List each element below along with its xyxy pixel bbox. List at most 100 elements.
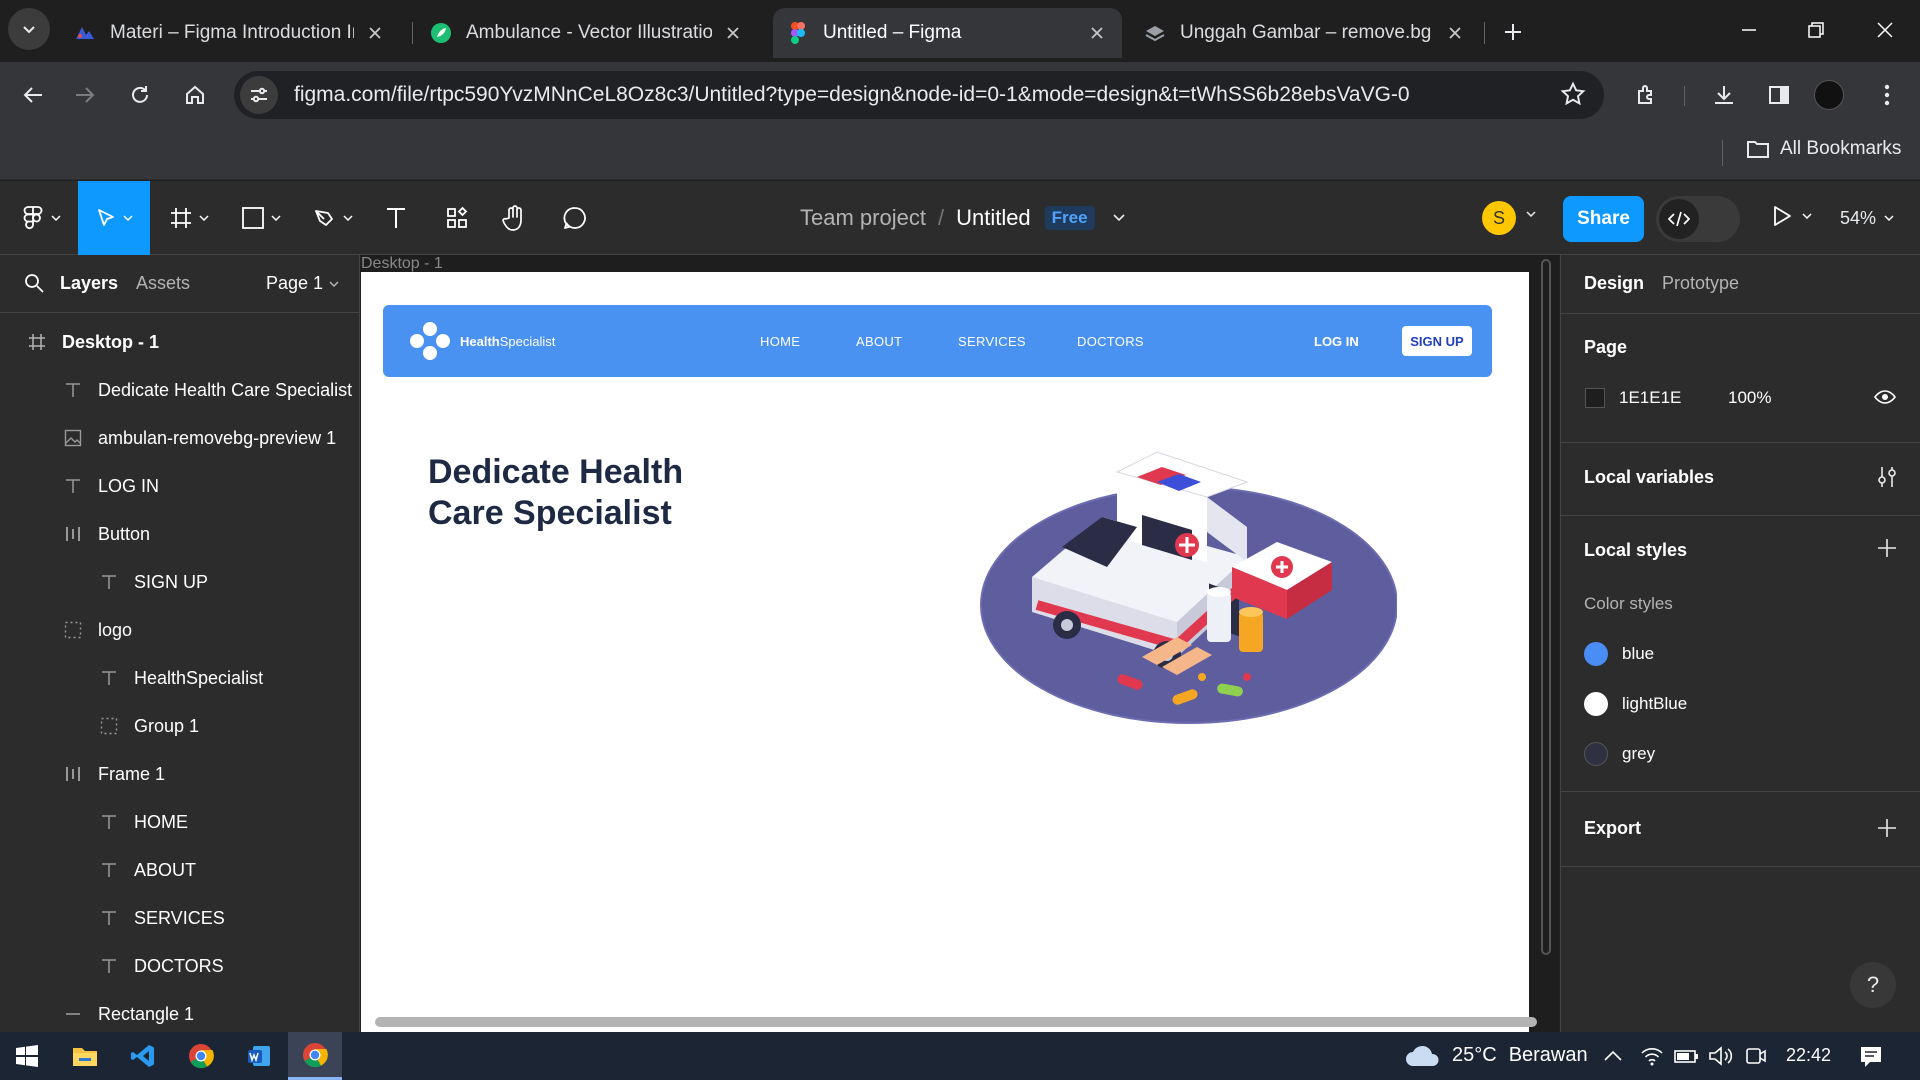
- chevron-down-icon[interactable]: [1113, 214, 1125, 222]
- notification-icon[interactable]: [1858, 1044, 1884, 1070]
- eye-icon[interactable]: [1874, 389, 1896, 405]
- reload-button[interactable]: [119, 74, 161, 116]
- horizontal-scrollbar[interactable]: [375, 1017, 1537, 1027]
- vertical-scrollbar[interactable]: [1541, 259, 1551, 955]
- tab-search-button[interactable]: [8, 8, 50, 50]
- file-name[interactable]: Untitled: [956, 205, 1031, 231]
- share-button[interactable]: Share: [1563, 196, 1644, 242]
- site-nav-about[interactable]: ABOUT: [856, 334, 902, 349]
- tab-design[interactable]: Design: [1584, 273, 1644, 294]
- page-color-hex[interactable]: 1E1E1E: [1619, 388, 1681, 408]
- layer-row[interactable]: Rectangle 1: [0, 990, 360, 1038]
- address-bar[interactable]: figma.com/file/rtpc590YvzMNnCeL8Oz8c3/Un…: [234, 71, 1604, 119]
- color-style-lightblue[interactable]: lightBlue: [1584, 692, 1687, 716]
- bookmark-star-icon[interactable]: [1560, 81, 1586, 107]
- color-style-grey[interactable]: grey: [1584, 742, 1655, 766]
- layer-row[interactable]: Button: [0, 510, 360, 558]
- site-signup-button[interactable]: SIGN UP: [1402, 326, 1472, 356]
- close-window-button[interactable]: [1862, 10, 1908, 50]
- close-tab-icon[interactable]: [1444, 22, 1466, 44]
- frame-label[interactable]: Desktop - 1: [361, 255, 443, 273]
- layer-row[interactable]: ABOUT: [0, 846, 360, 894]
- layer-row[interactable]: logo: [0, 606, 360, 654]
- tab-prototype[interactable]: Prototype: [1662, 273, 1739, 294]
- volume-icon[interactable]: [1708, 1046, 1734, 1066]
- desktop-frame[interactable]: HealthSpecialist HOME ABOUT SERVICES DOC…: [361, 272, 1529, 1032]
- back-button[interactable]: [12, 74, 54, 116]
- layer-row[interactable]: Desktop - 1: [0, 318, 360, 366]
- forward-button[interactable]: [64, 74, 106, 116]
- side-panel-button[interactable]: [1758, 74, 1800, 116]
- browser-tab-materi[interactable]: Materi – Figma Introduction Int: [60, 8, 400, 58]
- layer-row[interactable]: SIGN UP: [0, 558, 360, 606]
- new-tab-button[interactable]: [1497, 16, 1529, 48]
- dev-mode-toggle[interactable]: [1656, 196, 1740, 242]
- tab-layers[interactable]: Layers: [60, 273, 118, 294]
- breadcrumb-team[interactable]: Team project: [800, 205, 926, 231]
- design-canvas[interactable]: Desktop - 1 HealthSpecialist HOME ABOUT …: [361, 255, 1559, 1032]
- taskbar-chrome-active[interactable]: [288, 1032, 342, 1080]
- browser-menu-button[interactable]: [1866, 74, 1908, 116]
- taskbar-file-explorer[interactable]: [58, 1032, 112, 1080]
- page-color-swatch[interactable]: [1585, 388, 1605, 408]
- hand-tool[interactable]: [495, 181, 535, 255]
- resources-tool[interactable]: [437, 181, 477, 255]
- wifi-icon[interactable]: [1640, 1046, 1664, 1066]
- color-style-blue[interactable]: blue: [1584, 642, 1654, 666]
- user-avatar[interactable]: S: [1482, 201, 1516, 235]
- close-tab-icon[interactable]: [722, 22, 744, 44]
- meet-now-icon[interactable]: [1744, 1046, 1768, 1066]
- shape-tool[interactable]: [232, 181, 290, 255]
- variables-settings-icon[interactable]: [1877, 465, 1897, 489]
- extensions-button[interactable]: [1626, 74, 1668, 116]
- chevron-up-icon[interactable]: [1604, 1050, 1622, 1062]
- site-nav-home[interactable]: HOME: [760, 334, 800, 349]
- profile-avatar[interactable]: [1814, 80, 1844, 110]
- pen-tool[interactable]: [304, 181, 362, 255]
- start-button[interactable]: [0, 1032, 54, 1080]
- taskbar-word[interactable]: [232, 1032, 286, 1080]
- page-selector[interactable]: Page 1: [266, 273, 339, 294]
- search-icon[interactable]: [24, 273, 44, 293]
- move-tool[interactable]: [78, 181, 150, 255]
- layer-row[interactable]: Group 1: [0, 702, 360, 750]
- battery-icon[interactable]: [1674, 1046, 1700, 1066]
- local-variables-section[interactable]: Local variables: [1561, 442, 1920, 515]
- layer-row[interactable]: ambulan-removebg-preview 1: [0, 414, 360, 462]
- figma-main-menu[interactable]: [12, 181, 70, 255]
- layer-row[interactable]: HealthSpecialist: [0, 654, 360, 702]
- add-export-icon[interactable]: [1877, 818, 1897, 838]
- browser-tab-removebg[interactable]: Unggah Gambar – remove.bg: [1130, 8, 1480, 58]
- plan-badge[interactable]: Free: [1044, 206, 1095, 230]
- browser-tab-ambulance[interactable]: Ambulance - Vector Illustration,: [416, 8, 758, 58]
- ambulance-illustration[interactable]: [977, 427, 1397, 727]
- weather-widget[interactable]: 25°C Berawan: [1404, 1042, 1588, 1068]
- site-info-button[interactable]: [240, 76, 278, 114]
- all-bookmarks-button[interactable]: All Bookmarks: [1746, 138, 1901, 160]
- export-section[interactable]: Export: [1561, 791, 1920, 867]
- taskbar-chrome[interactable]: [174, 1032, 228, 1080]
- zoom-menu[interactable]: 54%: [1840, 181, 1894, 255]
- layer-row[interactable]: HOME: [0, 798, 360, 846]
- tab-assets[interactable]: Assets: [136, 273, 190, 294]
- layer-row[interactable]: SERVICES: [0, 894, 360, 942]
- add-style-icon[interactable]: [1877, 538, 1897, 558]
- frame-tool[interactable]: [160, 181, 218, 255]
- taskbar-clock[interactable]: 22:42: [1786, 1045, 1831, 1066]
- site-navbar[interactable]: HealthSpecialist HOME ABOUT SERVICES DOC…: [383, 305, 1492, 377]
- url-text[interactable]: figma.com/file/rtpc590YvzMNnCeL8Oz8c3/Un…: [294, 83, 1410, 107]
- home-button[interactable]: [174, 74, 216, 116]
- layer-row[interactable]: DOCTORS: [0, 942, 360, 990]
- layer-row[interactable]: Frame 1: [0, 750, 360, 798]
- close-tab-icon[interactable]: [364, 22, 386, 44]
- text-tool[interactable]: [376, 181, 416, 255]
- present-button[interactable]: [1772, 205, 1812, 227]
- downloads-button[interactable]: [1703, 74, 1745, 116]
- comment-tool[interactable]: [555, 181, 595, 255]
- site-login-link[interactable]: LOG IN: [1314, 334, 1359, 349]
- site-nav-services[interactable]: SERVICES: [958, 334, 1026, 349]
- site-nav-doctors[interactable]: DOCTORS: [1077, 334, 1144, 349]
- restore-button[interactable]: [1793, 10, 1839, 50]
- help-button[interactable]: ?: [1850, 962, 1896, 1008]
- browser-tab-figma[interactable]: Untitled – Figma: [773, 8, 1122, 58]
